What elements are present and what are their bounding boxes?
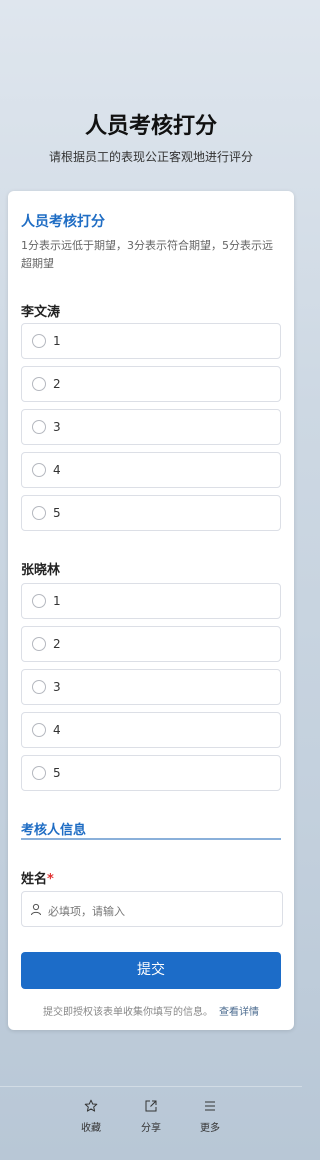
consent-text: 提交即授权该表单收集你填写的信息。 [43, 1007, 213, 1018]
radio-button[interactable] [32, 506, 46, 520]
option-label: 5 [53, 766, 61, 780]
rating-option-q2-2[interactable]: 2 [21, 626, 281, 662]
option-label: 1 [53, 594, 61, 608]
page-subtitle: 请根据员工的表现公正客观地进行评分 [48, 150, 253, 164]
option-label: 2 [53, 377, 61, 391]
radio-button[interactable] [32, 680, 46, 694]
rating-option-q2-3[interactable]: 3 [21, 669, 281, 705]
share-button[interactable]: 分享 [131, 1099, 171, 1134]
radio-button[interactable] [32, 766, 46, 780]
page-header: 人员考核打分 请根据员工的表现公正客观地进行评分 [0, 0, 302, 190]
question-title-zhang-xiaolin: 张晓林 [21, 563, 61, 578]
rating-option-q1-5[interactable]: 5 [21, 495, 281, 531]
name-label-text: 姓名 [21, 872, 48, 887]
name-input-placeholder: 必填项，请输入 [48, 905, 125, 918]
bottom-bar: 收藏 分享 更多 [0, 1086, 302, 1160]
star-icon [84, 1099, 98, 1112]
radio-button[interactable] [32, 594, 46, 608]
option-label: 4 [53, 723, 61, 737]
menu-icon [205, 1101, 215, 1111]
option-label: 3 [53, 680, 61, 694]
radio-button[interactable] [32, 463, 46, 477]
radio-button[interactable] [32, 723, 46, 737]
option-label: 5 [53, 506, 61, 520]
required-mark: * [47, 872, 54, 887]
form-card: 人员考核打分 1分表示远低于期望，3分表示符合期望，5分表示远超期望 李文涛 1… [8, 191, 294, 1030]
section-title: 人员考核打分 [21, 214, 105, 230]
radio-button[interactable] [32, 420, 46, 434]
favorite-button[interactable]: 收藏 [71, 1099, 111, 1134]
option-label: 4 [53, 463, 61, 477]
radio-button[interactable] [32, 377, 46, 391]
option-label: 1 [53, 334, 61, 348]
share-label: 分享 [141, 1123, 161, 1134]
more-label: 更多 [200, 1123, 220, 1134]
submit-button[interactable]: 提交 [21, 952, 281, 989]
heading-underline [21, 838, 281, 840]
evaluator-info-heading: 考核人信息 [21, 823, 87, 838]
rating-option-q2-1[interactable]: 1 [21, 583, 281, 619]
rating-option-q1-1[interactable]: 1 [21, 323, 281, 359]
option-label: 3 [53, 420, 61, 434]
radio-button[interactable] [32, 334, 46, 348]
consent-notice: 提交即授权该表单收集你填写的信息。 查看详情 [8, 1003, 294, 1018]
view-details-link[interactable]: 查看详情 [219, 1007, 259, 1018]
share-icon [145, 1100, 157, 1112]
user-icon [31, 903, 41, 916]
name-input[interactable]: 必填项，请输入 [21, 891, 283, 927]
rating-option-q2-4[interactable]: 4 [21, 712, 281, 748]
rating-option-q1-3[interactable]: 3 [21, 409, 281, 445]
radio-button[interactable] [32, 637, 46, 651]
question-title-li-wentao: 李文涛 [21, 305, 61, 320]
page-title: 人员考核打分 [84, 114, 217, 139]
name-field-label: 姓名* [21, 868, 54, 887]
option-label: 2 [53, 637, 61, 651]
rating-option-q1-4[interactable]: 4 [21, 452, 281, 488]
rating-option-q2-5[interactable]: 5 [21, 755, 281, 791]
more-button[interactable]: 更多 [190, 1099, 230, 1134]
rating-option-q1-2[interactable]: 2 [21, 366, 281, 402]
favorite-label: 收藏 [81, 1123, 101, 1134]
section-description: 1分表示远低于期望，3分表示符合期望，5分表示远超期望 [21, 239, 273, 270]
